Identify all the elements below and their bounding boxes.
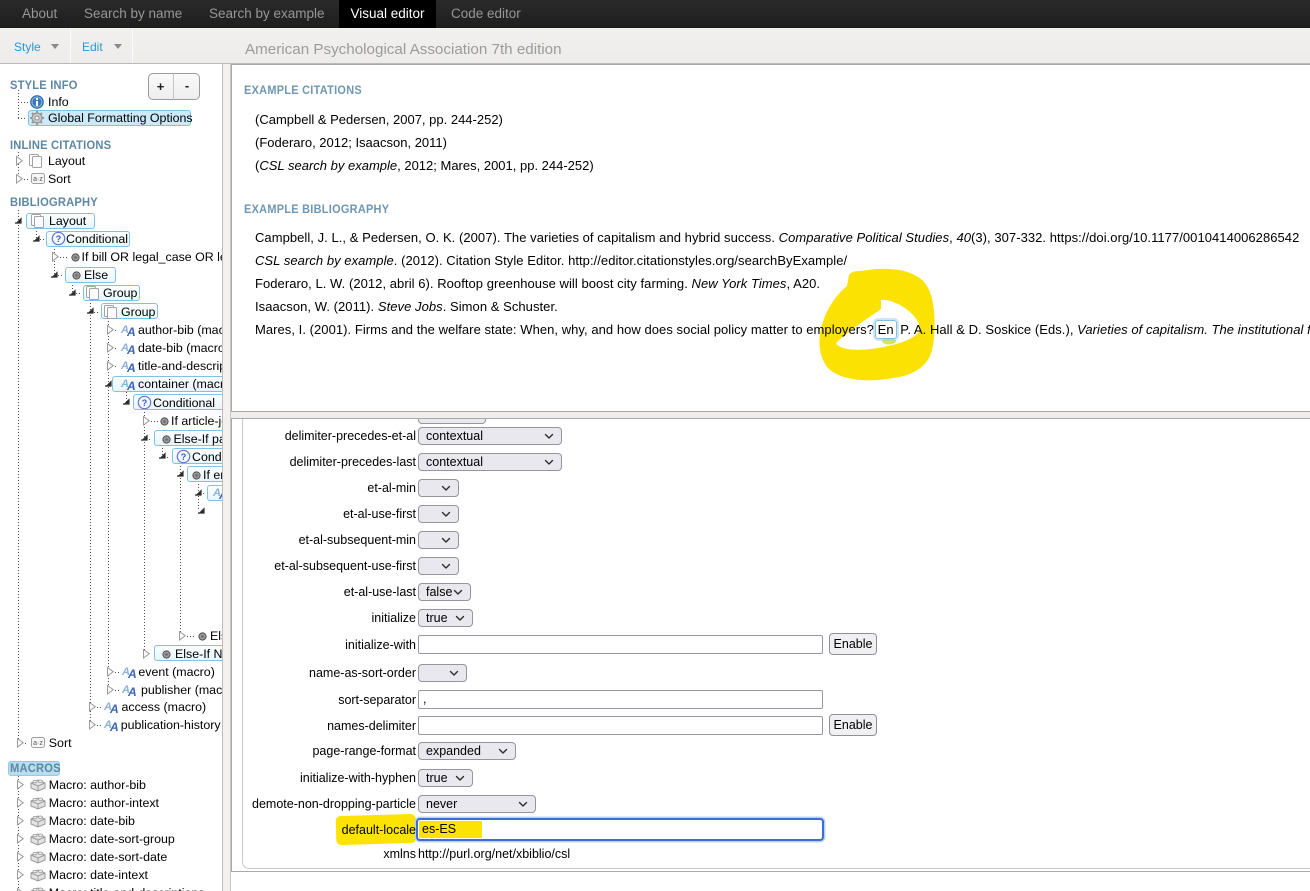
svg-text:?: ? [55, 234, 61, 244]
svg-text:A: A [126, 325, 136, 337]
svg-text:A: A [109, 720, 119, 732]
svg-text:A: A [126, 343, 136, 355]
svg-text:?: ? [142, 398, 148, 408]
svg-text:A: A [126, 361, 136, 373]
svg-text:?: ? [181, 452, 187, 462]
svg-text:a·z: a·z [33, 176, 43, 183]
svg-text:A: A [109, 702, 119, 714]
svg-text:A: A [127, 667, 137, 679]
svg-text:A: A [126, 379, 136, 391]
svg-text:a·z: a·z [33, 740, 43, 747]
svg-text:A: A [127, 685, 137, 697]
